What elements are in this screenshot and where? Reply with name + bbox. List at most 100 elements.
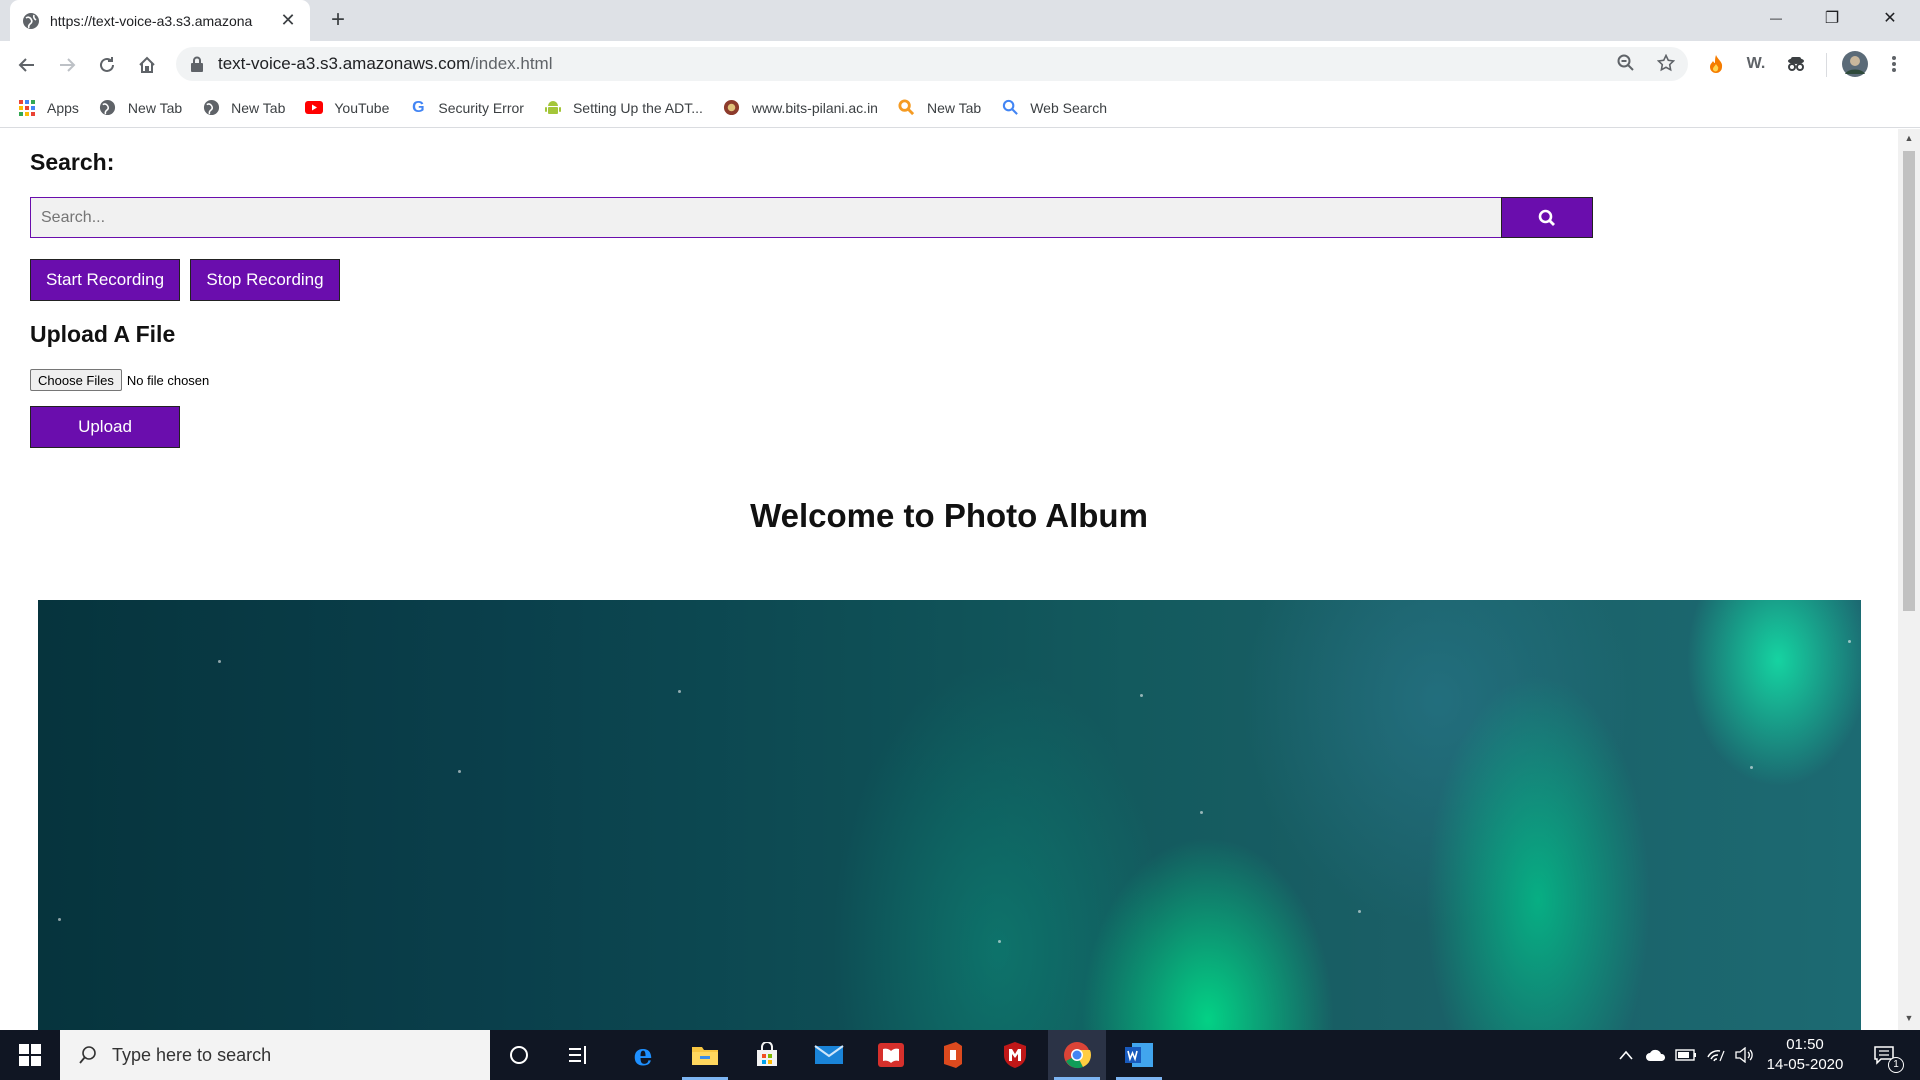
mail-app[interactable] xyxy=(800,1030,858,1080)
forward-arrow-icon xyxy=(60,58,76,72)
home-icon xyxy=(139,56,155,73)
forward-button[interactable] xyxy=(52,50,82,80)
bookmark-label: New Tab xyxy=(926,99,982,116)
google-icon: G xyxy=(412,98,425,116)
cortana-button[interactable] xyxy=(490,1030,548,1080)
restore-button[interactable]: ❐ xyxy=(1804,0,1860,36)
url-text: text-voice-a3.s3.amazonaws.com/index.htm… xyxy=(218,54,552,74)
stop-recording-button[interactable]: Stop Recording xyxy=(190,259,340,301)
store-app[interactable] xyxy=(738,1030,796,1080)
word-app[interactable] xyxy=(1110,1030,1168,1080)
windows-logo-icon xyxy=(19,1044,41,1066)
bookmark-label: Apps xyxy=(47,99,79,116)
profile-avatar[interactable] xyxy=(1840,49,1870,79)
system-clock[interactable]: 01:50 14-05-2020 xyxy=(1760,1035,1850,1075)
word-icon xyxy=(1125,1043,1153,1067)
zoom-icon[interactable] xyxy=(1612,49,1640,77)
bookmark-security-error[interactable]: G Security Error xyxy=(409,99,524,117)
menu-kebab-icon[interactable] xyxy=(1880,50,1908,78)
upload-button[interactable]: Upload xyxy=(30,406,180,448)
start-recording-button[interactable]: Start Recording xyxy=(30,259,180,301)
start-button[interactable] xyxy=(0,1030,60,1080)
bookmark-new-tab[interactable]: New Tab xyxy=(202,99,285,117)
bits-icon xyxy=(723,99,741,117)
office-app[interactable] xyxy=(924,1030,982,1080)
taskbar-search-placeholder: Type here to search xyxy=(112,1044,272,1065)
tab-close-icon[interactable]: ✕ xyxy=(278,10,298,31)
photo-star xyxy=(1750,766,1753,769)
reload-button[interactable] xyxy=(92,50,122,80)
globe-icon xyxy=(99,99,117,117)
bookmark-adt[interactable]: Setting Up the ADT... xyxy=(544,99,703,117)
spy-extension-icon[interactable] xyxy=(1782,50,1810,78)
cortana-icon xyxy=(510,1046,528,1064)
bookmark-new-tab[interactable]: New Tab xyxy=(99,99,182,117)
file-input: Choose Files No file chosen xyxy=(30,369,209,391)
file-explorer-app[interactable] xyxy=(676,1030,734,1080)
photo-star xyxy=(1358,910,1361,913)
apps-grid-icon xyxy=(18,99,36,117)
scroll-up-icon[interactable]: ▲ xyxy=(1898,133,1920,149)
clock-time: 01:50 xyxy=(1786,1036,1824,1053)
globe-icon xyxy=(23,12,39,29)
edge-icon: e xyxy=(633,1037,653,1073)
onedrive-icon[interactable] xyxy=(1644,1043,1668,1067)
page-scrollbar[interactable]: ▲ ▼ xyxy=(1898,129,1920,1030)
fire-extension-icon[interactable] xyxy=(1702,50,1730,78)
volume-icon[interactable] xyxy=(1732,1043,1756,1067)
mcafee-shield-icon xyxy=(1004,1042,1026,1068)
address-bar[interactable]: text-voice-a3.s3.amazonaws.com/index.htm… xyxy=(176,47,1688,81)
chrome-app[interactable] xyxy=(1048,1030,1106,1080)
minimize-button[interactable]: — xyxy=(1748,0,1804,36)
bookmark-web-search[interactable]: Web Search xyxy=(1001,99,1107,117)
w-extension-icon[interactable]: W. xyxy=(1742,50,1770,78)
bookmark-youtube[interactable]: YouTube xyxy=(305,99,389,117)
bookmark-bits-pilani[interactable]: www.bits-pilani.ac.in xyxy=(723,99,878,117)
mail-icon xyxy=(814,1045,844,1064)
bookmark-label: New Tab xyxy=(127,99,183,116)
tab-title: https://text-voice-a3.s3.amazona xyxy=(50,12,253,29)
browser-toolbar: text-voice-a3.s3.amazonaws.com/index.htm… xyxy=(0,41,1920,88)
close-window-button[interactable]: ✕ xyxy=(1862,0,1918,36)
bookmark-star-icon[interactable] xyxy=(1652,49,1680,77)
browser-tab[interactable]: https://text-voice-a3.s3.amazona ✕ xyxy=(10,0,310,41)
bookmark-label: www.bits-pilani.ac.in xyxy=(751,99,878,116)
scroll-down-icon[interactable]: ▼ xyxy=(1898,1013,1920,1029)
home-button[interactable] xyxy=(132,50,162,80)
photo-star xyxy=(678,690,681,693)
chrome-icon xyxy=(1064,1042,1091,1069)
lock-icon xyxy=(191,56,203,72)
action-center-button[interactable]: 1 xyxy=(1866,1043,1904,1073)
aurora-photo xyxy=(38,600,1861,1030)
scroll-thumb[interactable] xyxy=(1903,151,1915,611)
task-view-icon xyxy=(569,1046,586,1064)
photo-star xyxy=(1140,694,1143,697)
photo-star xyxy=(1200,811,1203,814)
back-button[interactable] xyxy=(12,50,42,80)
show-hidden-icons-icon[interactable] xyxy=(1614,1043,1638,1067)
folder-icon xyxy=(692,1047,718,1065)
task-view-button[interactable] xyxy=(550,1030,608,1080)
bookmark-label: Security Error xyxy=(438,99,524,116)
edge-app[interactable]: e xyxy=(614,1030,672,1080)
office-icon xyxy=(944,1042,962,1068)
screen: https://text-voice-a3.s3.amazona ✕ + — ❐… xyxy=(0,0,1920,1080)
mcafee-app[interactable] xyxy=(986,1030,1044,1080)
bookmark-new-tab[interactable]: New Tab xyxy=(898,99,981,117)
upload-heading: Upload A File xyxy=(30,321,176,347)
search-button[interactable] xyxy=(1501,197,1593,238)
reload-icon xyxy=(100,57,114,72)
tab-strip: https://text-voice-a3.s3.amazona ✕ + — ❐… xyxy=(0,0,1920,41)
new-tab-button[interactable]: + xyxy=(324,6,352,34)
bookmark-apps[interactable]: Apps xyxy=(18,99,79,117)
battery-icon[interactable] xyxy=(1674,1043,1698,1067)
wifi-icon[interactable] xyxy=(1704,1043,1728,1067)
taskbar-search[interactable]: Type here to search xyxy=(60,1030,490,1080)
search-input[interactable] xyxy=(30,197,1501,238)
bookmark-label: New Tab xyxy=(231,99,286,116)
choose-files-button[interactable]: Choose Files xyxy=(30,369,122,391)
book-icon xyxy=(878,1043,904,1067)
search-icon xyxy=(1538,209,1555,226)
search-heading: Search: xyxy=(30,149,115,175)
reader-app[interactable] xyxy=(862,1030,920,1080)
